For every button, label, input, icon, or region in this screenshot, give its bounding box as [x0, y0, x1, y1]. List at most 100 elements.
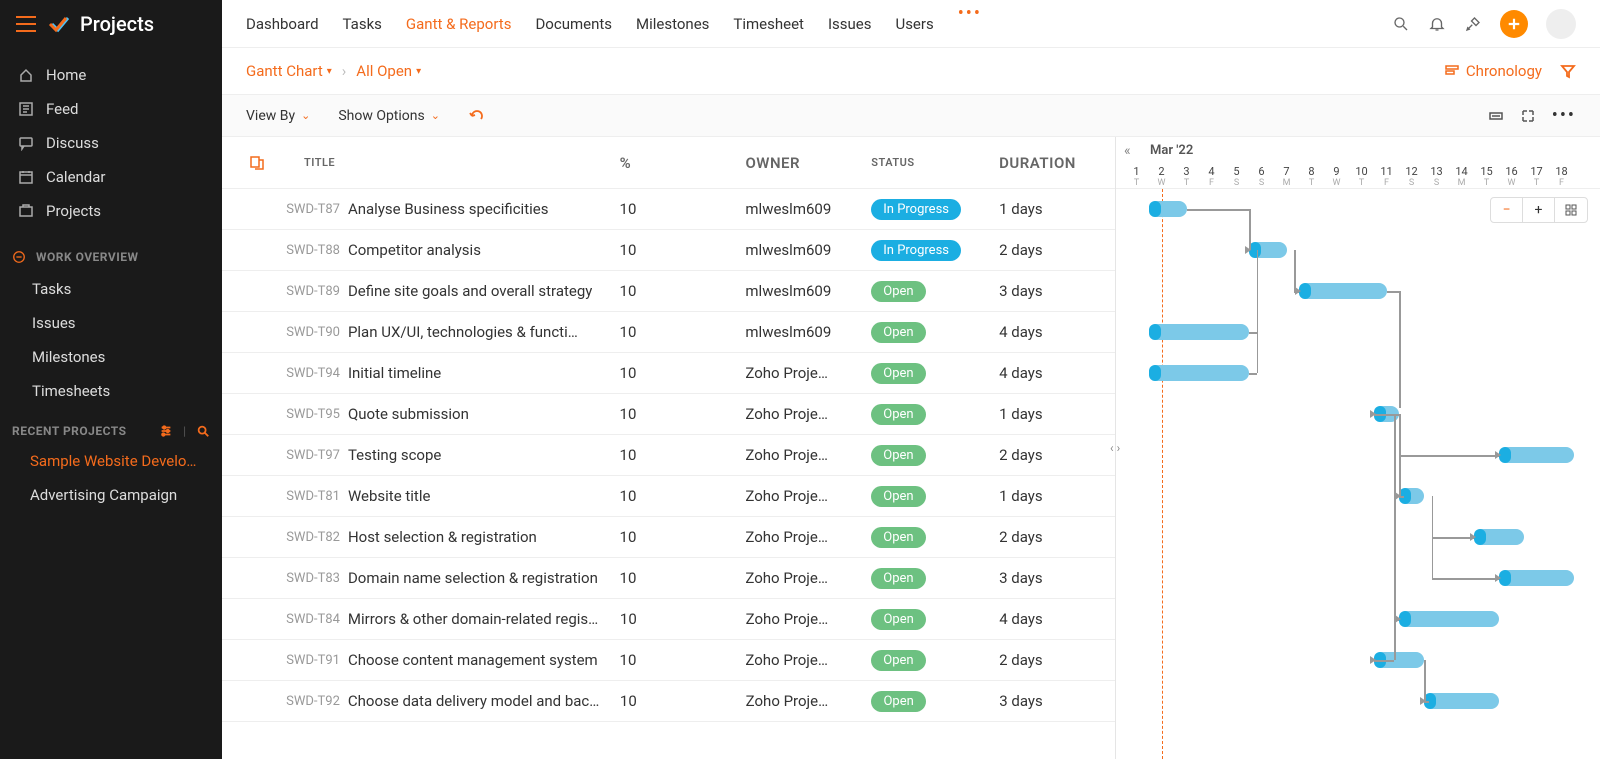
status-badge: Open: [871, 363, 925, 384]
chronology-button[interactable]: Chronology: [1444, 62, 1542, 80]
gantt-bar[interactable]: [1499, 447, 1574, 463]
topnav-item[interactable]: Tasks: [343, 3, 382, 45]
task-pct: 10: [608, 241, 734, 259]
nav-item-feed[interactable]: Feed: [0, 92, 222, 126]
task-owner: Zoho Proje…: [733, 446, 859, 464]
nav-item-calendar[interactable]: Calendar: [0, 160, 222, 194]
task-pct: 10: [608, 323, 734, 341]
task-duration: 4 days: [987, 610, 1115, 628]
gantt-day-header: 5S: [1224, 165, 1249, 188]
gantt-prev-icon[interactable]: «: [1124, 143, 1131, 159]
task-title: Define site goals and overall strategy: [348, 282, 592, 300]
more-menu-icon[interactable]: •••: [1552, 105, 1576, 126]
table-row[interactable]: SWD-T84Mirrors & other domain-related re…: [222, 599, 1115, 640]
table-row[interactable]: SWD-T94Initial timeline10Zoho Proje…Open…: [222, 353, 1115, 394]
gantt-day-header: 17T: [1524, 165, 1549, 188]
table-row[interactable]: SWD-T90Plan UX/UI, technologies & functi…: [222, 312, 1115, 353]
expand-icon[interactable]: [1520, 108, 1536, 124]
nav-item-discuss[interactable]: Discuss: [0, 126, 222, 160]
gantt-day-header: 6S: [1249, 165, 1274, 188]
task-id-column-icon[interactable]: [249, 155, 265, 171]
gantt-chart: ‹ › « Mar '22 1T2W3T4F5S6S7M8T9W10T11F12…: [1116, 137, 1600, 759]
topnav-item[interactable]: Issues: [828, 3, 872, 45]
nav-item-projects[interactable]: Projects: [0, 194, 222, 228]
crumb-gantt-chart[interactable]: Gantt Chart ▾: [246, 62, 332, 80]
gantt-bar[interactable]: [1249, 242, 1287, 258]
table-row[interactable]: SWD-T91Choose content management system1…: [222, 640, 1115, 681]
work-item[interactable]: Tasks: [0, 272, 222, 306]
settings-sliders-icon[interactable]: [159, 424, 173, 438]
nav-item-home[interactable]: Home: [0, 58, 222, 92]
gantt-bar[interactable]: [1399, 611, 1499, 627]
table-row[interactable]: SWD-T81Website title10Zoho Proje…Open1 d…: [222, 476, 1115, 517]
task-duration: 3 days: [987, 282, 1115, 300]
discuss-icon: [18, 135, 34, 151]
topnav-item[interactable]: Timesheet: [733, 3, 804, 45]
table-row[interactable]: SWD-T88Competitor analysis10mlweslm609In…: [222, 230, 1115, 271]
gantt-row: [1116, 517, 1600, 558]
table-row[interactable]: SWD-T95Quote submission10Zoho Proje…Open…: [222, 394, 1115, 435]
gantt-bar[interactable]: [1424, 693, 1499, 709]
task-pct: 10: [608, 569, 734, 587]
task-duration: 2 days: [987, 446, 1115, 464]
nav-item-label: Feed: [46, 100, 79, 118]
table-row[interactable]: SWD-T87Analyse Business specificities10m…: [222, 189, 1115, 230]
gantt-day-header: 15T: [1474, 165, 1499, 188]
gantt-row: [1116, 558, 1600, 599]
show-options-dropdown[interactable]: Show Options⌄: [338, 108, 440, 124]
table-row[interactable]: SWD-T82Host selection & registration10Zo…: [222, 517, 1115, 558]
gantt-month-label: Mar '22: [1150, 143, 1193, 158]
hamburger-menu-button[interactable]: [16, 16, 36, 32]
table-row[interactable]: SWD-T83Domain name selection & registrat…: [222, 558, 1115, 599]
gantt-bar[interactable]: [1499, 570, 1574, 586]
col-pct-header: %: [608, 154, 734, 172]
recent-project-item[interactable]: Advertising Campaign: [0, 478, 222, 512]
crumb-all-open[interactable]: All Open ▾: [356, 62, 421, 80]
task-id: SWD-T90: [276, 325, 348, 340]
gantt-bar[interactable]: [1149, 365, 1249, 381]
gantt-day-header: 3T: [1174, 165, 1199, 188]
task-title: Quote submission: [348, 405, 469, 423]
add-button[interactable]: [1500, 10, 1528, 38]
task-title: Host selection & registration: [348, 528, 537, 546]
nav-item-label: Projects: [46, 202, 101, 220]
topnav-item[interactable]: Documents: [535, 3, 612, 45]
task-owner: Zoho Proje…: [733, 528, 859, 546]
table-row[interactable]: SWD-T97Testing scope10Zoho Proje…Open2 d…: [222, 435, 1115, 476]
topnav-more-icon[interactable]: •••: [958, 3, 982, 45]
gantt-bar[interactable]: [1149, 324, 1249, 340]
undo-icon[interactable]: [468, 108, 484, 124]
bell-icon[interactable]: [1428, 15, 1446, 33]
tools-icon[interactable]: [1464, 15, 1482, 33]
gantt-bar[interactable]: [1299, 283, 1387, 299]
gantt-bar[interactable]: [1474, 529, 1524, 545]
table-row[interactable]: SWD-T89Define site goals and overall str…: [222, 271, 1115, 312]
task-duration: 1 days: [987, 405, 1115, 423]
work-overview-heading[interactable]: WORK OVERVIEW: [0, 238, 222, 272]
task-id: SWD-T84: [276, 612, 348, 627]
breadcrumb-bar: Gantt Chart ▾ › All Open ▾ Chronology: [222, 48, 1600, 94]
work-item[interactable]: Milestones: [0, 340, 222, 374]
view-by-dropdown[interactable]: View By⌄: [246, 108, 310, 124]
topnav-item[interactable]: Users: [895, 3, 933, 45]
gantt-row: [1116, 271, 1600, 312]
task-title: Competitor analysis: [348, 241, 481, 259]
recent-project-item[interactable]: Sample Website Develo…: [0, 444, 222, 478]
user-avatar[interactable]: [1546, 9, 1576, 39]
topnav-item[interactable]: Milestones: [636, 3, 709, 45]
task-id: SWD-T92: [276, 694, 348, 709]
table-row[interactable]: SWD-T92Choose data delivery model and ba…: [222, 681, 1115, 722]
search-icon[interactable]: [1392, 15, 1410, 33]
search-icon[interactable]: [196, 424, 210, 438]
gantt-bar[interactable]: [1149, 201, 1187, 217]
task-owner: Zoho Proje…: [733, 405, 859, 423]
topnav-item[interactable]: Gantt & Reports: [406, 3, 512, 45]
work-item[interactable]: Timesheets: [0, 374, 222, 408]
task-id: SWD-T88: [276, 243, 348, 258]
col-status-header: STATUS: [859, 156, 987, 169]
topnav-item[interactable]: Dashboard: [246, 3, 319, 45]
task-pct: 10: [608, 446, 734, 464]
work-item[interactable]: Issues: [0, 306, 222, 340]
fit-width-icon[interactable]: [1488, 108, 1504, 124]
filter-icon[interactable]: [1560, 63, 1576, 79]
